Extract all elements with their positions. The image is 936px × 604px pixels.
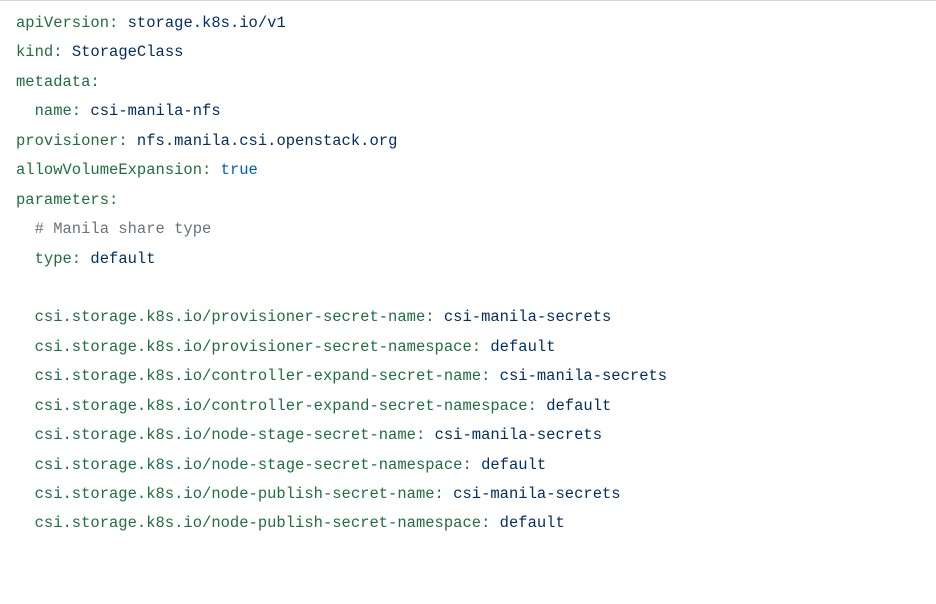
yaml-key: csi.storage.k8s.io/node-publish-secret-n… [35,485,444,503]
yaml-value: nfs.manila.csi.openstack.org [128,132,398,150]
yaml-value: default [472,456,546,474]
yaml-key: metadata: [16,73,100,91]
yaml-key: csi.storage.k8s.io/controller-expand-sec… [35,397,537,415]
yaml-value: default [490,514,564,532]
yaml-key: name: [35,102,82,120]
yaml-value: default [481,338,555,356]
yaml-key: csi.storage.k8s.io/node-publish-secret-n… [35,514,491,532]
yaml-key: kind: [16,43,63,61]
yaml-value: true [211,161,258,179]
yaml-value: csi-manila-secrets [425,426,602,444]
yaml-key: provisioner: [16,132,128,150]
yaml-key: csi.storage.k8s.io/provisioner-secret-na… [35,308,435,326]
yaml-code-block: apiVersion: storage.k8s.io/v1 kind: Stor… [0,0,936,551]
yaml-value: csi-manila-secrets [444,485,621,503]
yaml-value: storage.k8s.io/v1 [118,14,285,32]
yaml-key: csi.storage.k8s.io/controller-expand-sec… [35,367,491,385]
yaml-key: allowVolumeExpansion: [16,161,211,179]
yaml-key: type: [35,250,82,268]
yaml-value: StorageClass [63,43,184,61]
yaml-value: default [81,250,155,268]
yaml-key: csi.storage.k8s.io/node-stage-secret-nam… [35,456,472,474]
yaml-key: csi.storage.k8s.io/node-stage-secret-nam… [35,426,426,444]
yaml-value: csi-manila-secrets [435,308,612,326]
yaml-value: default [537,397,611,415]
yaml-comment: # Manila share type [35,220,212,238]
yaml-value: csi-manila-secrets [490,367,667,385]
yaml-key: apiVersion: [16,14,118,32]
yaml-key: parameters: [16,191,118,209]
yaml-value: csi-manila-nfs [81,102,221,120]
yaml-key: csi.storage.k8s.io/provisioner-secret-na… [35,338,481,356]
